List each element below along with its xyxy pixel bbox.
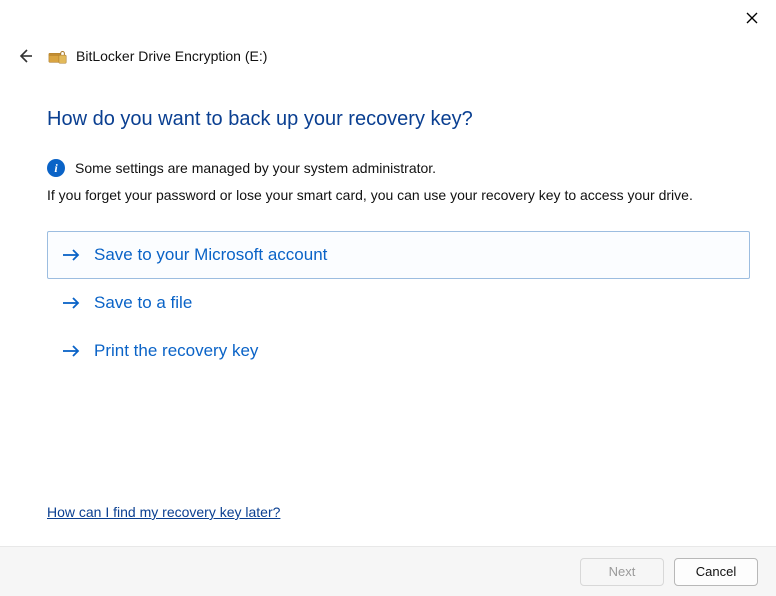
arrow-right-icon [62, 344, 82, 358]
header: BitLocker Drive Encryption (E:) [14, 45, 267, 67]
back-button[interactable] [14, 45, 36, 67]
option-label: Print the recovery key [94, 341, 258, 361]
arrow-right-icon [62, 296, 82, 310]
options-list: Save to your Microsoft account Save to a … [47, 231, 750, 375]
info-icon: i [47, 159, 65, 177]
option-label: Save to a file [94, 293, 192, 313]
arrow-right-icon [62, 248, 82, 262]
option-0[interactable]: Save to your Microsoft account [47, 231, 750, 279]
help-link[interactable]: How can I find my recovery key later? [47, 504, 280, 520]
footer: Next Cancel [0, 546, 776, 596]
bitlocker-icon [48, 47, 68, 65]
window-title: BitLocker Drive Encryption (E:) [76, 48, 267, 64]
next-button[interactable]: Next [580, 558, 664, 586]
page-heading: How do you want to back up your recovery… [47, 108, 750, 131]
cancel-button[interactable]: Cancel [674, 558, 758, 586]
option-2[interactable]: Print the recovery key [47, 327, 750, 375]
info-text: Some settings are managed by your system… [75, 160, 436, 176]
info-row: i Some settings are managed by your syst… [47, 159, 750, 177]
content-area: How do you want to back up your recovery… [47, 108, 750, 375]
option-1[interactable]: Save to a file [47, 279, 750, 327]
close-button[interactable] [742, 8, 762, 28]
title-wrap: BitLocker Drive Encryption (E:) [48, 47, 267, 65]
option-label: Save to your Microsoft account [94, 245, 327, 265]
subtext: If you forget your password or lose your… [47, 187, 750, 203]
close-icon [746, 12, 758, 24]
back-arrow-icon [16, 47, 34, 65]
